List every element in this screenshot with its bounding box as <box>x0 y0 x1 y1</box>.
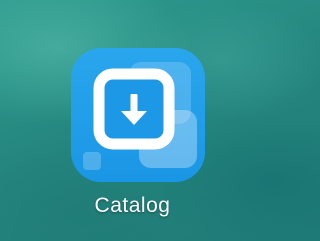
home-screen: Catalog <box>0 0 265 241</box>
download-tray-icon <box>83 62 197 170</box>
app-label: Catalog <box>94 194 171 217</box>
catalog-app-icon[interactable] <box>71 48 205 182</box>
